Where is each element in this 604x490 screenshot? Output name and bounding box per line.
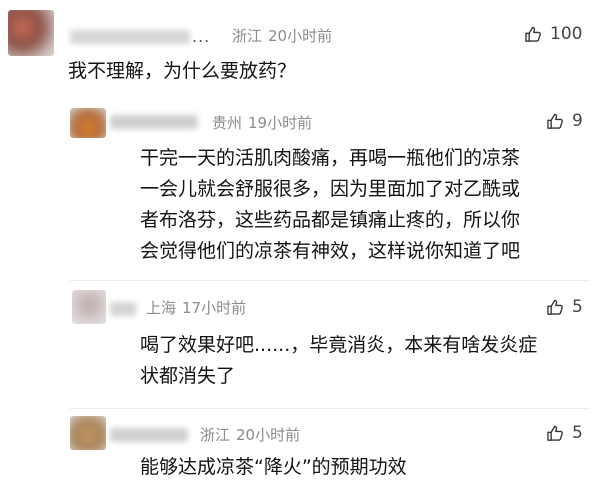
comment-text-line: 喝了效果好吧......，毕竟消炎，本来有啥发炎症 xyxy=(140,334,538,356)
comment-meta: 上海 17小时前 xyxy=(146,297,246,318)
username-blurred[interactable] xyxy=(110,115,198,129)
comment-time: 17小时前 xyxy=(182,299,247,317)
comment-text-line: 干完一天的活肌肉酸痛，再喝一瓶他们的凉茶 xyxy=(140,147,521,169)
username-blurred[interactable] xyxy=(110,302,136,316)
like-button[interactable]: 5 xyxy=(546,423,583,443)
like-count: 5 xyxy=(572,423,583,443)
comment-text-line: 状都消失了 xyxy=(140,365,236,387)
comment-location: 上海 xyxy=(146,299,177,317)
username-blurred[interactable] xyxy=(70,30,190,44)
comment-meta: 浙江 20小时前 xyxy=(200,424,300,445)
comment-location: 贵州 xyxy=(212,114,243,132)
thumbs-up-icon xyxy=(547,425,563,441)
comment-text-line: 者布洛芬，这些药品都是镇痛止疼的，所以你 xyxy=(140,209,521,231)
divider xyxy=(70,408,590,409)
like-count: 100 xyxy=(550,24,583,44)
comment-meta: 贵州 19小时前 xyxy=(212,112,312,133)
comment-text: 喝了效果好吧......，毕竟消炎，本来有啥发炎症 状都消失了 xyxy=(140,330,537,392)
comment-text: 干完一天的活肌肉酸痛，再喝一瓶他们的凉茶 一会儿就会舒服很多，因为里面加了对乙酰… xyxy=(140,143,520,267)
thumbs-up-icon xyxy=(547,113,563,129)
comment-text: 能够达成凉茶“降火”的预期功效 xyxy=(140,452,407,483)
divider xyxy=(70,280,590,281)
like-button[interactable]: 5 xyxy=(546,297,583,317)
comment-text: 我不理解，为什么要放药？ xyxy=(68,56,296,87)
comment-text-line: 一会儿就会舒服很多，因为里面加了对乙酰或 xyxy=(140,178,521,200)
thumbs-up-icon xyxy=(547,299,563,315)
comment-text-line: 会觉得他们的凉茶有神效，这样说你知道了吧 xyxy=(140,240,521,262)
like-button[interactable]: 100 xyxy=(524,24,582,44)
avatar[interactable] xyxy=(8,10,54,56)
username-blurred[interactable] xyxy=(110,428,188,442)
comment-text-line: 能够达成凉茶“降火”的预期功效 xyxy=(140,456,407,478)
comment-time: 20小时前 xyxy=(236,426,301,444)
username-ellipsis: ... xyxy=(192,27,211,46)
like-button[interactable]: 9 xyxy=(546,111,583,131)
avatar[interactable] xyxy=(70,416,106,450)
comment-time: 20小时前 xyxy=(268,27,333,45)
comment-location: 浙江 xyxy=(232,27,263,45)
comment-meta: 浙江 20小时前 xyxy=(232,25,332,46)
comment-location: 浙江 xyxy=(200,426,231,444)
like-count: 9 xyxy=(572,111,583,131)
comment-text-line: 我不理解，为什么要放药？ xyxy=(68,60,297,82)
thumbs-up-icon xyxy=(525,26,541,42)
like-count: 5 xyxy=(572,297,583,317)
comment-time: 19小时前 xyxy=(248,114,313,132)
avatar[interactable] xyxy=(70,108,106,138)
avatar[interactable] xyxy=(72,290,106,324)
